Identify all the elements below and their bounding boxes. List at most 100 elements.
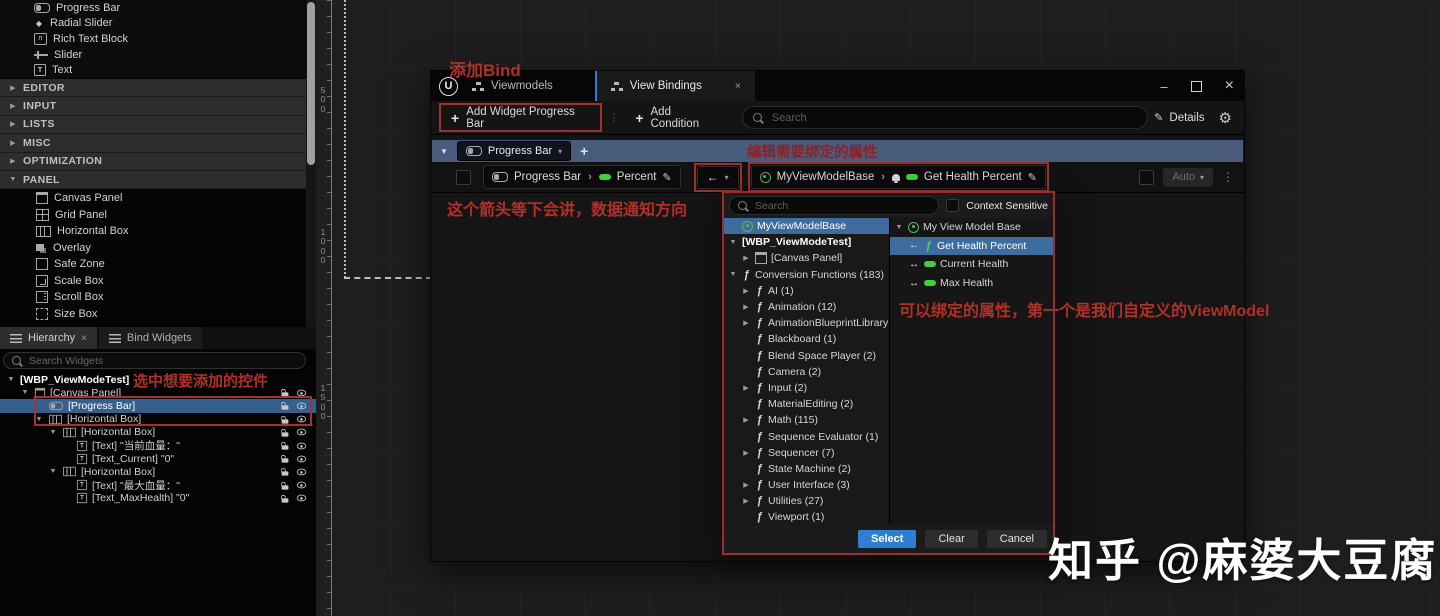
minimize-icon[interactable] — [1160, 79, 1167, 94]
row-options-icon[interactable] — [1222, 170, 1234, 184]
palette-category[interactable]: ▶LISTS — [0, 116, 306, 134]
palette-item[interactable]: Text — [0, 62, 305, 78]
eye-icon[interactable] — [297, 429, 306, 436]
close-icon[interactable] — [81, 333, 87, 344]
palette-item[interactable]: Slider — [0, 47, 305, 63]
select-button[interactable]: Select — [858, 530, 916, 548]
picker-tree-row[interactable]: Blend Space Player (2) — [724, 348, 889, 364]
palette-item[interactable]: Scale Box — [0, 273, 305, 290]
hierarchy-row[interactable]: [Text_Current] "0" — [0, 452, 316, 465]
palette-category-panel[interactable]: ▼PANEL — [0, 171, 306, 189]
palette-item[interactable]: Radial Slider — [0, 16, 305, 32]
lock-icon[interactable] — [282, 432, 289, 436]
picker-tree-row[interactable]: ↔Current Health — [890, 255, 1053, 274]
picker-tree-row[interactable]: MyViewModelBase — [724, 218, 889, 234]
lock-icon[interactable] — [282, 472, 289, 476]
hierarchy-row[interactable]: [Text] "当前血量：" — [0, 439, 316, 452]
picker-tree-row[interactable]: ▶AI (1) — [724, 283, 889, 299]
add-binding-icon[interactable] — [580, 143, 588, 159]
bindings-search-input[interactable] — [770, 111, 1137, 125]
picker-tree-row[interactable]: ▶Input (2) — [724, 380, 889, 396]
widget-group-dropdown[interactable]: Progress Bar — [457, 141, 571, 161]
chevron-down-icon[interactable]: ▼ — [48, 468, 58, 475]
chevron-down-icon[interactable]: ▼ — [48, 429, 58, 436]
picker-tree-row[interactable]: ▶AnimationBlueprintLibrary — [724, 315, 889, 331]
chevron-down-icon[interactable]: ▼ — [894, 224, 904, 231]
gear-icon[interactable] — [1219, 109, 1232, 127]
picker-tree-row[interactable]: ▶User Interface (3) — [724, 477, 889, 493]
palette-category[interactable]: ▶OPTIMIZATION — [0, 153, 306, 171]
picker-tree-row[interactable]: ▼My View Model Base — [890, 218, 1053, 237]
chevron-right-icon[interactable]: ▶ — [741, 416, 751, 424]
chevron-down-icon[interactable]: ▼ — [728, 239, 738, 246]
palette-item[interactable]: Canvas Panel — [0, 190, 305, 207]
lock-icon[interactable] — [282, 406, 289, 410]
chevron-down-icon[interactable]: ▼ — [440, 147, 448, 156]
hierarchy-row[interactable]: [Progress Bar] — [0, 399, 316, 412]
picker-tree-row[interactable]: MaterialEditing (2) — [724, 396, 889, 412]
chevron-down-icon[interactable]: ▼ — [6, 376, 16, 383]
palette-item[interactable]: Rich Text Block — [0, 31, 305, 47]
picker-tree-row[interactable]: Sequence Evaluator (1) — [724, 428, 889, 444]
palette-scrollbar-track[interactable] — [306, 0, 316, 330]
add-condition-button[interactable]: Add Condition — [625, 106, 729, 130]
add-widget-button[interactable]: Add Widget Progress Bar — [441, 105, 600, 130]
cancel-button[interactable]: Cancel — [987, 530, 1047, 548]
binding-direction-button[interactable]: ← — [697, 166, 739, 189]
binding-checkbox[interactable] — [456, 170, 471, 185]
window-titlebar[interactable]: Viewmodels View Bindings — [431, 71, 1244, 101]
chevron-right-icon[interactable]: ▶ — [741, 384, 751, 392]
edit-icon[interactable] — [1028, 171, 1037, 184]
palette-scrollbar-thumb[interactable] — [307, 2, 315, 165]
close-icon[interactable] — [1225, 77, 1234, 95]
lock-icon[interactable] — [282, 393, 289, 397]
palette-item[interactable]: Grid Panel — [0, 207, 305, 224]
lock-icon[interactable] — [282, 419, 289, 423]
eye-icon[interactable] — [297, 482, 306, 489]
lock-icon[interactable] — [282, 485, 289, 489]
picker-search-box[interactable] — [729, 196, 939, 215]
bindings-search-box[interactable] — [742, 106, 1148, 129]
context-sensitive-checkbox[interactable] — [946, 199, 959, 212]
eye-icon[interactable] — [297, 469, 306, 476]
picker-tree-row[interactable]: ▼[WBP_ViewModeTest] — [724, 234, 889, 250]
edit-icon[interactable] — [662, 171, 671, 184]
lock-icon[interactable] — [282, 445, 289, 449]
maximize-icon[interactable] — [1191, 81, 1202, 92]
palette-item[interactable]: Scroll Box — [0, 289, 305, 306]
palette-item[interactable]: Overlay — [0, 240, 305, 257]
palette-category[interactable]: ▶MISC — [0, 134, 306, 152]
close-icon[interactable] — [735, 81, 741, 92]
hierarchy-row[interactable]: [Text_MaxHealth] "0" — [0, 492, 316, 505]
chevron-right-icon[interactable]: ▶ — [741, 287, 751, 295]
tab-view-bindings[interactable]: View Bindings — [595, 71, 755, 101]
picker-tree-row[interactable]: ←Get Health Percent — [890, 237, 1053, 256]
palette-item[interactable]: Horizontal Box — [0, 223, 305, 240]
hierarchy-search-input[interactable] — [27, 354, 297, 368]
details-button[interactable]: Details — [1148, 111, 1210, 124]
chevron-right-icon[interactable]: ▶ — [741, 303, 751, 311]
picker-tree-row[interactable]: State Machine (2) — [724, 461, 889, 477]
hierarchy-row[interactable]: ▼[Horizontal Box] — [0, 413, 316, 426]
palette-category[interactable]: ▶INPUT — [0, 97, 306, 115]
clear-button[interactable]: Clear — [925, 530, 977, 548]
chevron-down-icon[interactable]: ▼ — [20, 389, 30, 396]
picker-tree-row[interactable]: Blackboard (1) — [724, 331, 889, 347]
picker-tree-row[interactable]: Viewport (1) — [724, 509, 889, 525]
eye-icon[interactable] — [297, 403, 306, 410]
picker-tree-row[interactable]: Camera (2) — [724, 364, 889, 380]
palette-item[interactable]: Size Box — [0, 306, 305, 323]
binding-enabled-checkbox[interactable] — [1139, 170, 1154, 185]
chevron-right-icon[interactable]: ▶ — [741, 319, 751, 327]
update-mode-dropdown[interactable]: Auto — [1163, 168, 1213, 187]
picker-tree-row[interactable]: ▶Math (115) — [724, 412, 889, 428]
lock-icon[interactable] — [282, 459, 289, 463]
palette-category[interactable]: ▶EDITOR — [0, 79, 306, 97]
chevron-right-icon[interactable]: ▶ — [741, 481, 751, 489]
picker-tree-row[interactable]: ▶[Canvas Panel] — [724, 250, 889, 266]
picker-tree-row[interactable]: ↔Max Health — [890, 274, 1053, 293]
picker-tree-row[interactable]: ▶Utilities (27) — [724, 493, 889, 509]
chevron-right-icon[interactable]: ▶ — [741, 254, 751, 262]
tab-bind-widgets[interactable]: Bind Widgets — [99, 327, 202, 349]
lock-icon[interactable] — [282, 498, 289, 502]
